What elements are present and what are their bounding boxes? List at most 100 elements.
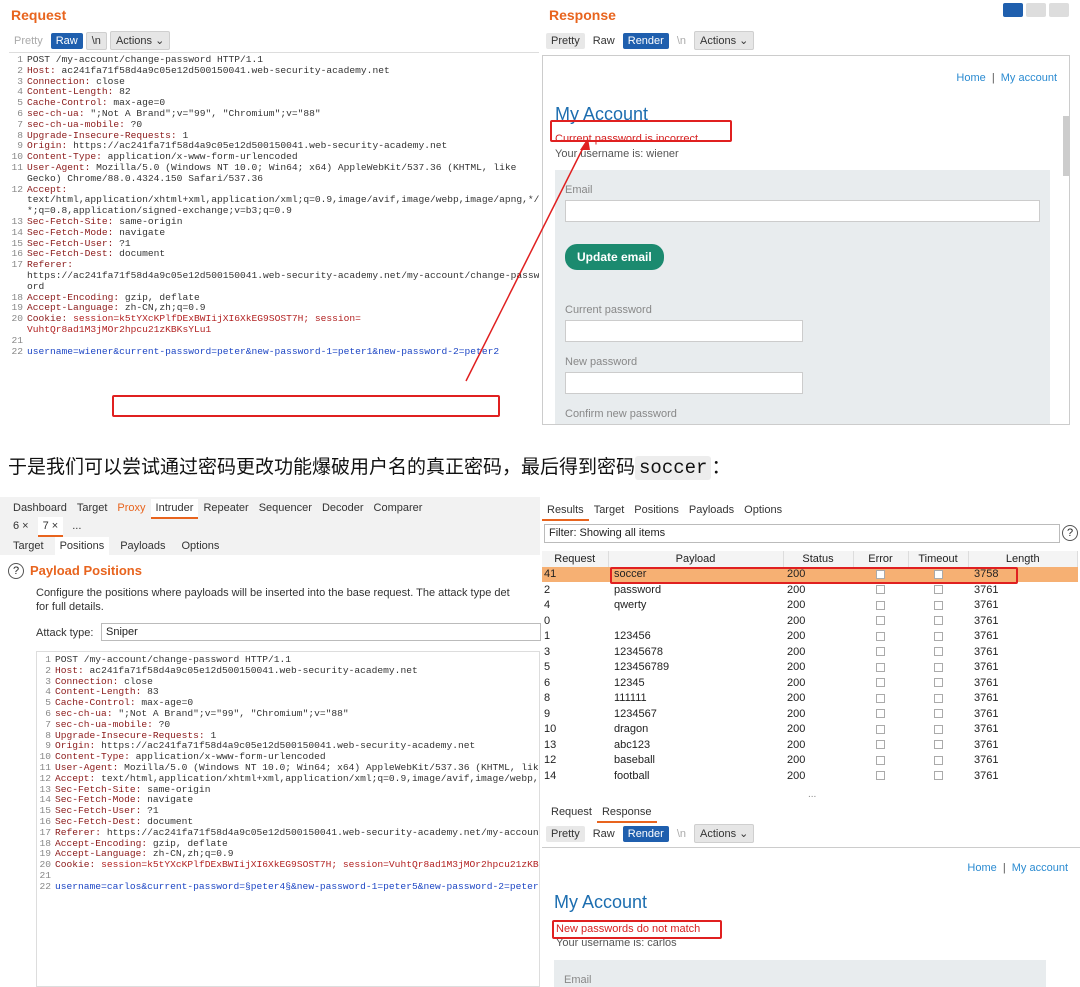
error-checkbox[interactable]	[853, 660, 908, 676]
intruder-subtabs: 6 × 7 ×...	[8, 517, 86, 537]
pretty-tab[interactable]: Pretty	[546, 825, 585, 842]
results-tab-3[interactable]: Payloads	[684, 501, 739, 521]
subtab-0[interactable]: 6 ×	[8, 517, 34, 537]
render-tab[interactable]: Render	[622, 825, 669, 842]
header-value: navigate	[141, 794, 194, 806]
header-value: 83	[141, 686, 159, 698]
tab-3[interactable]: Options	[176, 537, 224, 557]
results-tab-1[interactable]: Target	[589, 501, 630, 521]
payload-cell: 1234567	[614, 707, 657, 720]
menu-item-5[interactable]: Sequencer	[254, 499, 317, 519]
checkbox-icon	[933, 755, 943, 765]
subtab-2[interactable]: ...	[67, 517, 86, 537]
error-checkbox[interactable]	[853, 706, 908, 722]
menu-item-6[interactable]: Decoder	[317, 499, 369, 519]
checkbox-icon	[876, 740, 885, 750]
results-tab-0[interactable]: Results	[542, 501, 589, 521]
newline-toggle[interactable]: \n	[672, 826, 691, 842]
table-row[interactable]: 0 200 3761	[542, 613, 1078, 629]
code-line: 20 Cookie: session=k5tYXcKPlfDExBWIijXI6X…	[37, 859, 539, 871]
timeout-checkbox[interactable]	[908, 660, 968, 676]
menu-item-3[interactable]: Intruder	[150, 499, 199, 519]
table-row[interactable]: 5 123456789 200 3761	[542, 660, 1078, 676]
rr-tab-0[interactable]: Request	[546, 803, 597, 823]
column-header[interactable]: Length	[968, 551, 1078, 567]
error-checkbox[interactable]	[853, 753, 908, 769]
timeout-checkbox[interactable]	[908, 753, 968, 769]
error-checkbox[interactable]	[853, 598, 908, 614]
status-cell: 200	[787, 754, 806, 767]
timeout-checkbox[interactable]	[908, 613, 968, 629]
length-cell: 3761	[974, 645, 999, 658]
column-header[interactable]: Timeout	[908, 551, 969, 567]
timeout-checkbox[interactable]	[908, 629, 968, 645]
checkbox-icon	[933, 647, 943, 657]
error-checkbox[interactable]	[853, 722, 908, 738]
results-tab-4[interactable]: Options	[739, 501, 787, 521]
help-icon[interactable]: ?	[8, 563, 24, 579]
table-row[interactable]: 2 password 200 3761	[542, 582, 1078, 598]
table-row[interactable]: 14 football 200 3761	[542, 768, 1078, 784]
error-checkbox[interactable]	[853, 613, 908, 629]
payload-cell: password	[614, 583, 662, 596]
my-account-link[interactable]: My account	[1012, 862, 1068, 874]
column-header[interactable]: Error	[853, 551, 909, 567]
help-icon[interactable]: ?	[1062, 525, 1078, 541]
timeout-checkbox[interactable]	[908, 768, 968, 784]
menu-item-1[interactable]: Target	[72, 499, 113, 519]
error-checkbox[interactable]	[853, 644, 908, 660]
status-cell: 200	[787, 645, 806, 658]
divider-handle[interactable]: ...	[808, 789, 816, 800]
home-link[interactable]: Home	[967, 862, 996, 874]
length-cell: 3761	[974, 707, 999, 720]
table-row[interactable]: 13 abc123 200 3761	[542, 737, 1078, 753]
attack-type-select[interactable]: Sniper	[101, 623, 541, 641]
tab-0[interactable]: Target	[8, 537, 49, 557]
timeout-checkbox[interactable]	[908, 737, 968, 753]
timeout-checkbox[interactable]	[908, 644, 968, 660]
timeout-checkbox[interactable]	[908, 722, 968, 738]
table-row[interactable]: 9 1234567 200 3761	[542, 706, 1078, 722]
line-number: 7	[45, 718, 51, 730]
checkbox-icon	[933, 724, 943, 734]
menu-item-2[interactable]: Proxy	[112, 499, 150, 519]
menu-item-7[interactable]: Comparer	[369, 499, 428, 519]
timeout-checkbox[interactable]	[908, 582, 968, 598]
tab-1[interactable]: Positions	[54, 537, 110, 557]
column-header[interactable]: Payload	[608, 551, 784, 567]
column-header[interactable]: Request	[542, 551, 609, 567]
request-cell: 14	[544, 769, 557, 782]
table-row[interactable]: 1 123456 200 3761	[542, 629, 1078, 645]
rr-tab-1[interactable]: Response	[596, 803, 657, 823]
menu-item-0[interactable]: Dashboard	[8, 499, 72, 519]
error-checkbox[interactable]	[853, 737, 908, 753]
subtab-1[interactable]: 7 ×	[37, 517, 64, 537]
table-row[interactable]: 8 111111 200 3761	[542, 691, 1078, 707]
table-row[interactable]: 3 12345678 200 3761	[542, 644, 1078, 660]
code-line: 22 username=carlos&current-password=§pete…	[37, 881, 539, 893]
timeout-checkbox[interactable]	[908, 598, 968, 614]
menu-item-4[interactable]: Repeater	[198, 499, 253, 519]
timeout-checkbox[interactable]	[908, 706, 968, 722]
filter-bar[interactable]: Filter: Showing all items	[544, 524, 1060, 543]
tab-2[interactable]: Payloads	[115, 537, 170, 557]
table-row[interactable]: 6 12345 200 3761	[542, 675, 1078, 691]
error-checkbox[interactable]	[853, 768, 908, 784]
error-checkbox[interactable]	[853, 675, 908, 691]
description: Configure the positions where payloads w…	[36, 587, 510, 599]
status-cell: 200	[787, 723, 806, 736]
actions-button[interactable]: Actions ⌄	[694, 824, 755, 843]
table-row[interactable]: 10 dragon 200 3761	[542, 722, 1078, 738]
table-row[interactable]: 4 qwerty 200 3761	[542, 598, 1078, 614]
error-checkbox[interactable]	[853, 629, 908, 645]
results-tab-2[interactable]: Positions	[629, 501, 684, 521]
header-value: https://ac241fa71f58d4a9c05e12d500150041…	[101, 826, 539, 838]
timeout-checkbox[interactable]	[908, 691, 968, 707]
column-header[interactable]: Status	[783, 551, 854, 567]
error-checkbox[interactable]	[853, 582, 908, 598]
table-row[interactable]: 12 baseball 200 3761	[542, 753, 1078, 769]
positions-editor[interactable]: 1 POST /my-account/change-password HTTP/1…	[36, 651, 540, 987]
error-checkbox[interactable]	[853, 691, 908, 707]
timeout-checkbox[interactable]	[908, 675, 968, 691]
raw-tab[interactable]: Raw	[588, 826, 620, 842]
